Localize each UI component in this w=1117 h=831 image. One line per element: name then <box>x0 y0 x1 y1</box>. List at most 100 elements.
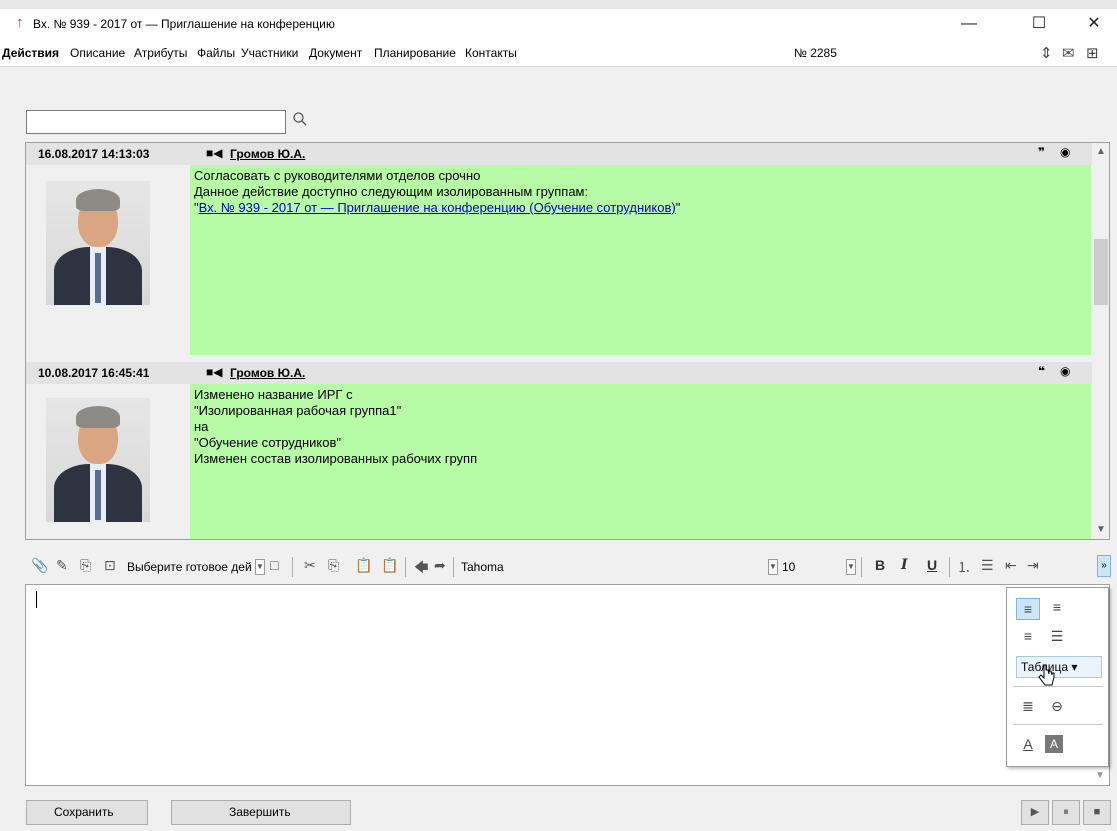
quote-icon[interactable]: ❝ <box>1038 364 1045 378</box>
menu-participants[interactable]: Участники <box>241 46 298 60</box>
author-photo <box>46 398 150 522</box>
align-center-icon[interactable]: ≡ <box>1045 599 1069 615</box>
bullet-list-icon[interactable]: ☰ <box>981 557 994 574</box>
attach-icon[interactable]: 📎 <box>31 557 48 574</box>
toolbar-separator <box>292 557 293 577</box>
table-dropdown[interactable]: Таблица ▾ <box>1016 656 1102 678</box>
save-button[interactable]: Сохранить <box>26 800 148 825</box>
editor-toolbar: 📎 ✎ ⎘ ⊡ Выберите готовое дей ▼ □ ✂ ⎘ 📋 📋… <box>25 553 1117 581</box>
cut-icon[interactable]: ✂ <box>304 557 316 574</box>
align-left-icon[interactable]: ≡ <box>1016 598 1040 620</box>
toolbar-separator <box>861 557 862 577</box>
outdent-icon[interactable]: ⇤ <box>1005 557 1017 574</box>
ready-action-dropdown-icon[interactable]: ▼ <box>255 559 265 575</box>
play-button[interactable]: ▶ <box>1021 800 1049 825</box>
popup-separator <box>1013 724 1103 725</box>
title-bar: ↑ Вх. № 939 - 2017 от — Приглашение на к… <box>0 9 1117 39</box>
isolated-group-link[interactable]: Вх. № 939 - 2017 от — Приглашение на кон… <box>199 200 676 215</box>
message-line: Данное действие доступно следующим изоли… <box>194 184 589 199</box>
message-line: "Обучение сотрудников" <box>194 435 341 450</box>
stop-button[interactable]: ■ <box>1083 800 1111 825</box>
font-name-select[interactable]: Tahoma <box>461 560 504 574</box>
horizontal-rule-icon[interactable]: ≣ <box>1016 698 1040 715</box>
entry-header: 10.08.2017 16:45:41 ■◀ Громов Ю.А. ❝ ◉ <box>26 362 1092 384</box>
visibility-icon[interactable]: ◉ <box>1060 145 1070 159</box>
document-type-arrow-icon: ↑ <box>16 14 24 31</box>
text-color-icon[interactable]: A <box>1016 736 1040 752</box>
align-justify-icon[interactable]: ☰ <box>1045 628 1069 645</box>
undo-icon[interactable]: 🡄 <box>414 557 428 581</box>
toolbar-separator <box>949 557 950 577</box>
close-button[interactable]: ✕ <box>1071 11 1117 37</box>
footer-bar: Сохранить Завершить ▶ ⏸ ■ <box>0 794 1117 831</box>
pause-button[interactable]: ⏸ <box>1052 800 1080 825</box>
action-feed: 16.08.2017 14:13:03 ■◀ Громов Ю.А. ❞ ◉ С… <box>25 142 1110 540</box>
text-caret <box>36 591 37 608</box>
scroll-up-icon[interactable]: ▲ <box>1092 143 1109 161</box>
document-stamp-icon[interactable]: ⎘ <box>80 557 91 574</box>
link-icon[interactable]: ⊖ <box>1045 698 1069 715</box>
feed-scrollbar[interactable]: ▲ ▼ <box>1092 143 1109 539</box>
menu-planning[interactable]: Планирование <box>374 46 456 60</box>
envelope-icon[interactable]: ✉ <box>1062 44 1075 62</box>
redo-icon[interactable]: ➦ <box>434 557 446 574</box>
indent-icon[interactable]: ⇥ <box>1027 557 1039 574</box>
bold-button[interactable]: B <box>875 557 885 573</box>
comment-editor[interactable]: ▼ <box>25 584 1110 786</box>
mouse-pointer-icon <box>1036 663 1058 695</box>
font-size-select[interactable]: 10 <box>782 560 795 574</box>
pin-arrows-icon[interactable]: ⇕ <box>1040 44 1053 62</box>
toolbar-separator <box>405 557 406 577</box>
search-icon[interactable] <box>289 111 311 133</box>
top-strip <box>0 0 1117 9</box>
menu-attributes[interactable]: Атрибуты <box>134 46 187 60</box>
underline-button[interactable]: U <box>927 557 937 573</box>
message-line: на <box>194 419 209 434</box>
ready-action-select[interactable]: Выберите готовое дей <box>127 560 252 574</box>
entry-author-link[interactable]: Громов Ю.А. <box>230 147 305 161</box>
italic-button[interactable]: I <box>901 557 908 573</box>
search-input[interactable] <box>26 110 286 134</box>
paste-text-icon[interactable]: 📋 <box>381 557 398 574</box>
menu-description[interactable]: Описание <box>70 46 125 60</box>
org-chart-icon[interactable]: ⊞ <box>1086 44 1099 62</box>
visibility-icon[interactable]: ◉ <box>1060 364 1070 378</box>
message-line: Изменен состав изолированных рабочих гру… <box>194 451 478 466</box>
template-icon[interactable]: ⊡ <box>104 557 116 574</box>
menu-document[interactable]: Документ <box>309 46 362 60</box>
maximize-button[interactable]: ☐ <box>1016 11 1062 37</box>
author-photo <box>46 181 150 305</box>
new-document-icon[interactable]: □ <box>270 557 278 573</box>
signature-icon[interactable]: ✎ <box>56 557 68 574</box>
quote-icon[interactable]: ❞ <box>1038 145 1045 159</box>
toolbar-separator <box>453 557 454 577</box>
menu-files[interactable]: Файлы <box>197 46 235 60</box>
menu-contacts[interactable]: Контакты <box>465 46 517 60</box>
scroll-down-icon[interactable]: ▼ <box>1092 521 1109 539</box>
message-line: Изменено название ИРГ с <box>194 387 353 402</box>
font-size-dropdown-icon[interactable]: ▼ <box>846 559 856 575</box>
highlight-color-icon[interactable]: A <box>1045 735 1063 753</box>
document-number: № 2285 <box>794 46 837 60</box>
paste-icon[interactable]: 📋 <box>355 557 372 574</box>
copy-icon[interactable]: ⎘ <box>328 557 339 574</box>
popup-separator <box>1013 686 1103 687</box>
message-line: "Изолированная рабочая группа1" <box>194 403 402 418</box>
entry-author-link[interactable]: Громов Ю.А. <box>230 366 305 380</box>
scroll-thumb[interactable] <box>1094 239 1108 305</box>
more-tools-icon[interactable]: » <box>1097 555 1111 577</box>
menu-actions[interactable]: Действия <box>2 46 59 60</box>
menu-bar: Действия Описание Атрибуты Файлы Участни… <box>0 39 1117 67</box>
entry-message: Согласовать с руководителями отделов сро… <box>190 165 1091 355</box>
align-right-icon[interactable]: ≡ <box>1016 628 1040 644</box>
finish-button[interactable]: Завершить <box>171 800 351 825</box>
entry-message: Изменено название ИРГ с "Изолированная р… <box>190 384 1091 539</box>
window-title: Вх. № 939 - 2017 от — Приглашение на кон… <box>33 17 335 31</box>
font-name-dropdown-icon[interactable]: ▼ <box>768 559 778 575</box>
numbered-list-icon[interactable]: ⒈ <box>957 557 971 577</box>
minimize-button[interactable]: — <box>946 11 992 37</box>
entry-date: 16.08.2017 14:13:03 <box>38 147 150 161</box>
document-window: ↑ Вх. № 939 - 2017 от — Приглашение на к… <box>0 0 1117 831</box>
entry-date: 10.08.2017 16:45:41 <box>38 366 150 380</box>
editor-scroll-down-icon[interactable]: ▼ <box>1091 767 1109 785</box>
